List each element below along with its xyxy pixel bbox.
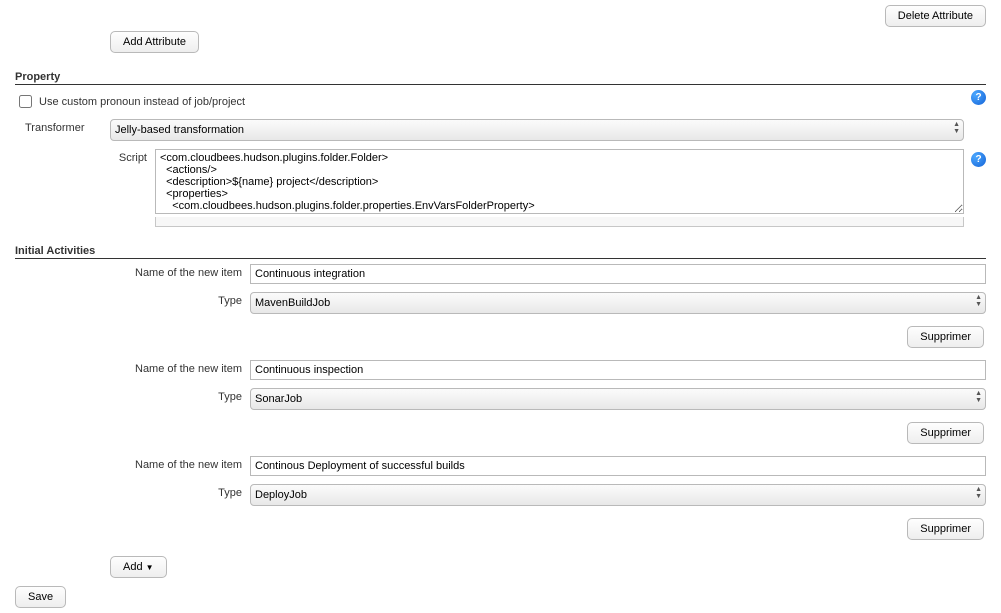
delete-item-button[interactable]: Supprimer [907, 422, 984, 444]
delete-item-button[interactable]: Supprimer [907, 518, 984, 540]
help-icon[interactable]: ? [971, 90, 986, 105]
script-textarea[interactable] [155, 149, 964, 214]
script-resize-bar[interactable] [155, 217, 964, 227]
delete-item-button[interactable]: Supprimer [907, 326, 984, 348]
initial-activities-heading: Initial Activities [15, 245, 986, 259]
activity-item: Name of the new item Type SonarJob ▲▼ Su… [120, 360, 986, 454]
activity-item: Name of the new item Type MavenBuildJob … [120, 264, 986, 358]
item-type-select[interactable]: SonarJob [250, 388, 986, 410]
item-name-label: Name of the new item [120, 360, 250, 375]
item-type-label: Type [120, 292, 250, 307]
delete-attribute-button[interactable]: Delete Attribute [885, 5, 986, 27]
item-type-select[interactable]: MavenBuildJob [250, 292, 986, 314]
custom-pronoun-label: Use custom pronoun instead of job/projec… [39, 96, 245, 108]
item-name-input[interactable] [250, 264, 986, 284]
item-name-label: Name of the new item [120, 264, 250, 279]
item-name-input[interactable] [250, 360, 986, 380]
item-type-label: Type [120, 388, 250, 403]
add-attribute-button[interactable]: Add Attribute [110, 31, 199, 53]
property-heading: Property [15, 71, 986, 85]
item-name-label: Name of the new item [120, 456, 250, 471]
save-button[interactable]: Save [15, 586, 66, 608]
custom-pronoun-checkbox[interactable] [19, 95, 32, 108]
transformer-label: Transformer [15, 119, 110, 134]
item-type-select[interactable]: DeployJob [250, 484, 986, 506]
script-label: Script [15, 149, 155, 164]
add-activity-button[interactable]: Add ▼ [110, 556, 167, 578]
help-icon[interactable]: ? [971, 152, 986, 167]
transformer-select[interactable]: Jelly-based transformation [110, 119, 964, 141]
activity-item: Name of the new item Type DeployJob ▲▼ S… [120, 456, 986, 550]
chevron-down-icon: ▼ [146, 563, 154, 572]
item-name-input[interactable] [250, 456, 986, 476]
item-type-label: Type [120, 484, 250, 499]
